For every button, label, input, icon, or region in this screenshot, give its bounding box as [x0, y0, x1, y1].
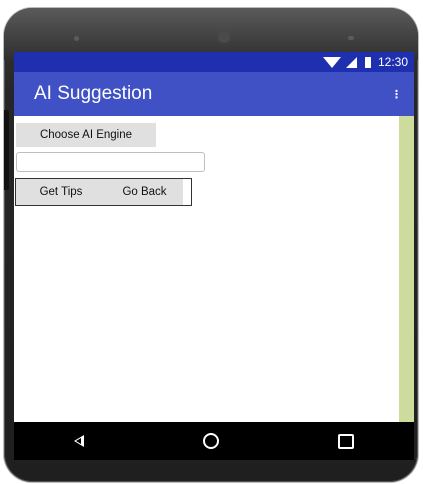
sensor-dot: [348, 36, 354, 40]
right-side-strip: [399, 116, 414, 422]
button-row: Get Tips Go Back: [15, 178, 192, 206]
page-title: AI Suggestion: [34, 83, 153, 104]
status-bar: 12:30: [14, 52, 414, 72]
overflow-menu-icon[interactable]: ⋮: [391, 88, 402, 101]
status-time: 12:30: [377, 55, 408, 69]
main-content: Choose AI Engine Get Tips Go Back: [14, 116, 399, 422]
nav-home-icon[interactable]: [202, 433, 219, 449]
get-tips-button[interactable]: Get Tips: [16, 179, 106, 205]
battery-icon: [364, 56, 371, 68]
app-bar: AI Suggestion ⋮: [14, 72, 414, 116]
speaker-dot: [74, 36, 79, 41]
navigation-bar: [14, 422, 414, 460]
wifi-icon: [322, 57, 341, 68]
choose-ai-engine-button[interactable]: Choose AI Engine: [16, 123, 156, 147]
signal-icon: [345, 56, 357, 68]
text-input[interactable]: [16, 152, 205, 172]
go-back-button[interactable]: Go Back: [106, 179, 183, 205]
side-volume-button: [4, 110, 9, 190]
camera-icon: [218, 31, 230, 43]
nav-recents-icon[interactable]: [338, 433, 355, 449]
phone-screen: 12:30 AI Suggestion ⋮ Choose AI Engine G…: [14, 52, 414, 422]
nav-back-icon[interactable]: [73, 435, 84, 447]
